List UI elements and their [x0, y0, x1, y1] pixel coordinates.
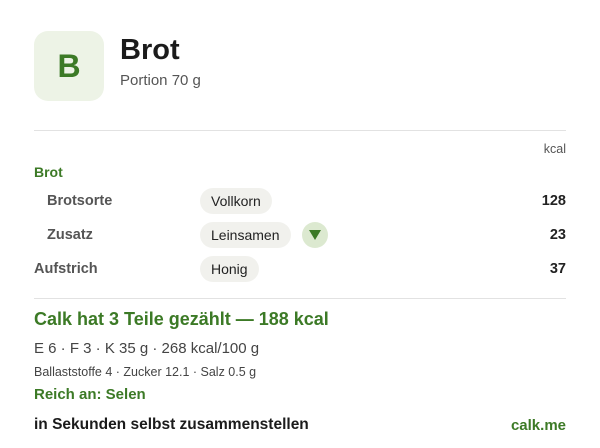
row-label: Brotsorte [47, 193, 113, 209]
dropdown-toggle-button[interactable] [302, 222, 328, 248]
group-label-brot: Brot [34, 164, 63, 180]
badge-letter: B [57, 47, 81, 84]
row-label: Aufstrich [34, 261, 98, 277]
choice-pill-zusatz[interactable]: Leinsamen [200, 222, 291, 248]
nutrient-details: Ballaststoffe 4 · Zucker 12.1 · Salz 0.5… [34, 365, 257, 379]
row-label: Zusatz [47, 227, 93, 243]
ingredient-row-zusatz: Zusatz Leinsamen 23 [34, 222, 566, 248]
food-badge: B [34, 31, 104, 101]
chevron-down-icon [309, 230, 321, 240]
ingredient-row-aufstrich: Aufstrich Honig 37 [34, 256, 566, 282]
cta-text: in Sekunden selbst zusammenstellen [34, 416, 309, 433]
row-kcal: 37 [549, 261, 566, 277]
macros-line: E 6 · F 3 · K 35 g · 268 kcal/100 g [34, 340, 260, 357]
portion-size: Portion 70 g [120, 72, 201, 89]
rich-in-line: Reich an: Selen [34, 386, 146, 403]
choice-pill-aufstrich[interactable]: Honig [200, 256, 259, 282]
food-title: Brot [120, 34, 180, 66]
divider-mid [34, 298, 566, 299]
kcal-column-header: kcal [543, 142, 566, 156]
summary-headline: Calk hat 3 Teile gezählt — 188 kcal [34, 309, 329, 329]
ingredient-row-brotsorte: Brotsorte Vollkorn 128 [34, 188, 566, 214]
choice-pill-brotsorte[interactable]: Vollkorn [200, 188, 272, 214]
divider-top [34, 130, 566, 131]
brand-link[interactable]: calk.me [511, 417, 566, 434]
nutrition-card: B Brot Portion 70 g kcal Brot Brotsorte … [0, 0, 600, 448]
row-kcal: 23 [549, 227, 566, 243]
row-kcal: 128 [541, 193, 566, 209]
